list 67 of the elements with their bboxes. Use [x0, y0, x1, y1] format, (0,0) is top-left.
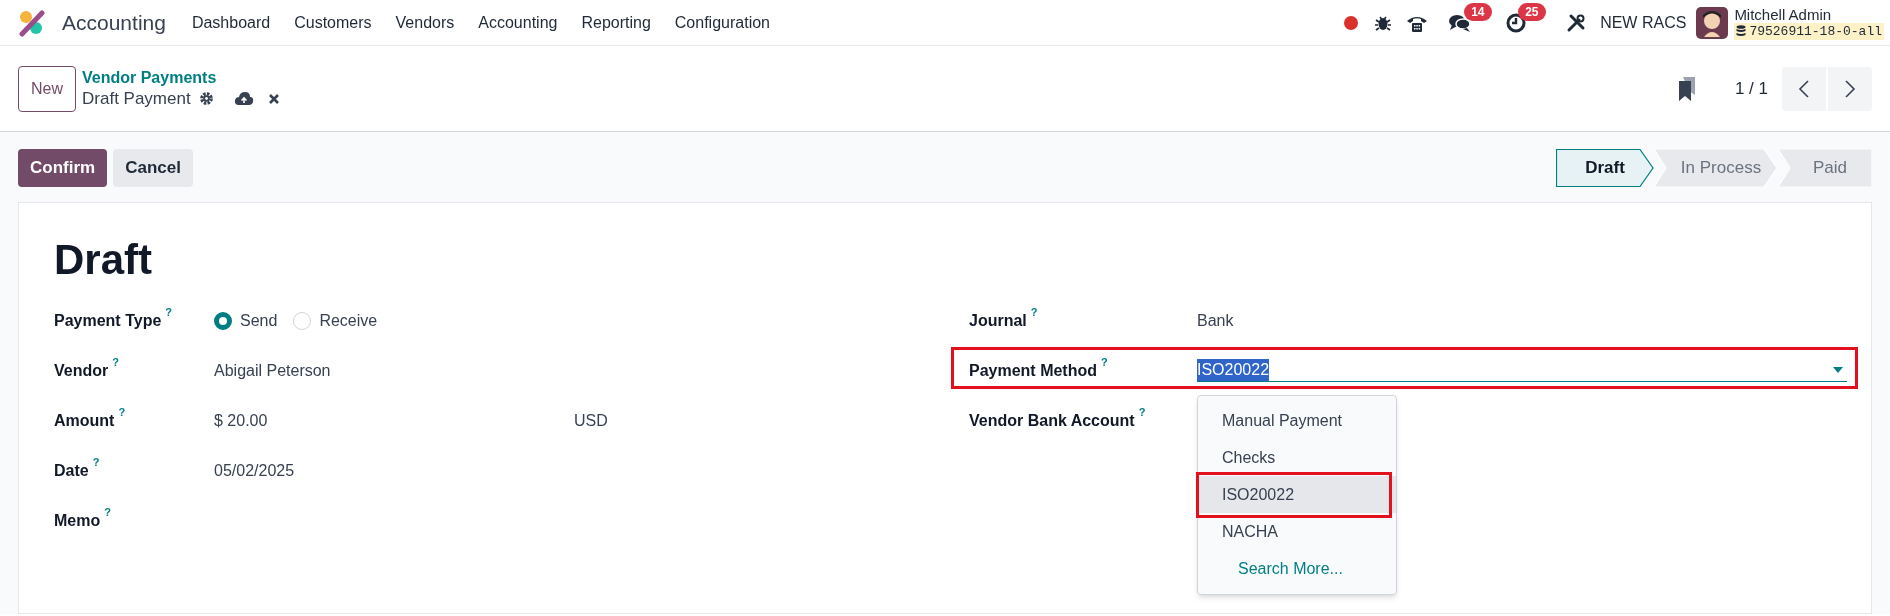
help-tooltip-mark[interactable]: ? [112, 356, 119, 368]
settings-icon[interactable] [198, 91, 214, 106]
dropdown-option[interactable]: ISO20022 [1198, 476, 1396, 513]
menu-item[interactable]: Customers [282, 10, 384, 35]
chevron-left-icon [1798, 78, 1810, 99]
menu-item[interactable]: Vendors [383, 10, 467, 35]
amount-value[interactable]: $ 20.00 [214, 409, 574, 433]
field-value[interactable]: 05/02/2025 [214, 459, 295, 483]
database-icon [1736, 25, 1747, 37]
help-tooltip-mark[interactable]: ? [1101, 356, 1108, 368]
confirm-button[interactable]: Confirm [18, 149, 108, 187]
field-label: Amount [54, 411, 115, 431]
select-field[interactable]: ISO20022 [1197, 358, 1847, 382]
record-name: Draft Payment [82, 87, 191, 110]
close-icon[interactable] [267, 92, 280, 105]
tools-icon[interactable] [1566, 12, 1587, 33]
menu-item[interactable]: Configuration [662, 10, 782, 35]
chevron-right-icon [1844, 78, 1856, 99]
field-label: Payment Method [969, 361, 1097, 381]
help-tooltip-mark[interactable]: ? [118, 406, 126, 418]
menu-item[interactable]: Accounting [466, 10, 570, 35]
radio-label[interactable]: Send [240, 309, 278, 333]
radio-button[interactable] [214, 312, 232, 330]
breadcrumb-link[interactable]: Vendor Payments [82, 67, 280, 88]
field-label: Vendor Bank Account [969, 411, 1135, 431]
help-tooltip-mark[interactable]: ? [1138, 406, 1146, 418]
caret-icon [1833, 366, 1843, 373]
app-logo-icon[interactable] [18, 8, 46, 37]
pager-value[interactable]: 1 / 1 [1734, 75, 1768, 102]
cancel-button[interactable]: Cancel [113, 149, 193, 187]
status-step[interactable]: Paid [1778, 149, 1872, 187]
chat-icon[interactable] [1448, 12, 1473, 33]
status-step[interactable]: In Process [1654, 149, 1778, 187]
company-switcher[interactable]: NEW RACS [1600, 10, 1687, 35]
message-count-badge: 14 [1464, 2, 1492, 21]
user-name[interactable]: Mitchell Admin [1734, 5, 1884, 23]
cloud-upload-icon[interactable] [233, 90, 254, 107]
bookmarks-icon[interactable] [1676, 76, 1697, 101]
user-avatar[interactable] [1696, 6, 1729, 39]
field-label: Payment Type [54, 311, 162, 331]
help-tooltip-mark[interactable]: ? [1030, 306, 1038, 318]
dropdown-option[interactable]: Checks [1198, 439, 1396, 476]
record-title: Draft [54, 235, 153, 285]
previous-button[interactable] [1782, 66, 1826, 111]
currency-value[interactable]: USD [574, 409, 608, 433]
radio-label[interactable]: Receive [319, 309, 378, 333]
field-label: Memo [54, 511, 101, 531]
field-label: Date [54, 461, 89, 481]
activity-count-badge: 25 [1518, 2, 1546, 21]
database-label: 79526911-18-0-all [1734, 22, 1884, 40]
field-label: Journal [969, 311, 1027, 331]
menu-item[interactable]: Dashboard [179, 10, 283, 35]
next-button[interactable] [1828, 66, 1872, 111]
new-button[interactable]: New [18, 65, 76, 112]
app-name[interactable]: Accounting [62, 6, 166, 39]
field-label: Vendor [54, 361, 109, 381]
help-tooltip-mark[interactable]: ? [165, 306, 173, 318]
field-value[interactable]: Bank [1197, 309, 1234, 333]
field-value[interactable]: Abigail Peterson [214, 359, 331, 383]
search-more-link[interactable]: Search More... [1198, 550, 1396, 588]
menu-item[interactable]: Reporting [569, 10, 663, 35]
dropdown-option[interactable]: NACHA [1198, 513, 1396, 550]
help-tooltip-mark[interactable]: ? [104, 506, 111, 518]
clock-icon[interactable] [1506, 12, 1527, 33]
help-tooltip-mark[interactable]: ? [92, 456, 100, 468]
dropdown-option[interactable]: Manual Payment [1198, 402, 1396, 439]
status-step[interactable]: Draft [1556, 149, 1654, 187]
